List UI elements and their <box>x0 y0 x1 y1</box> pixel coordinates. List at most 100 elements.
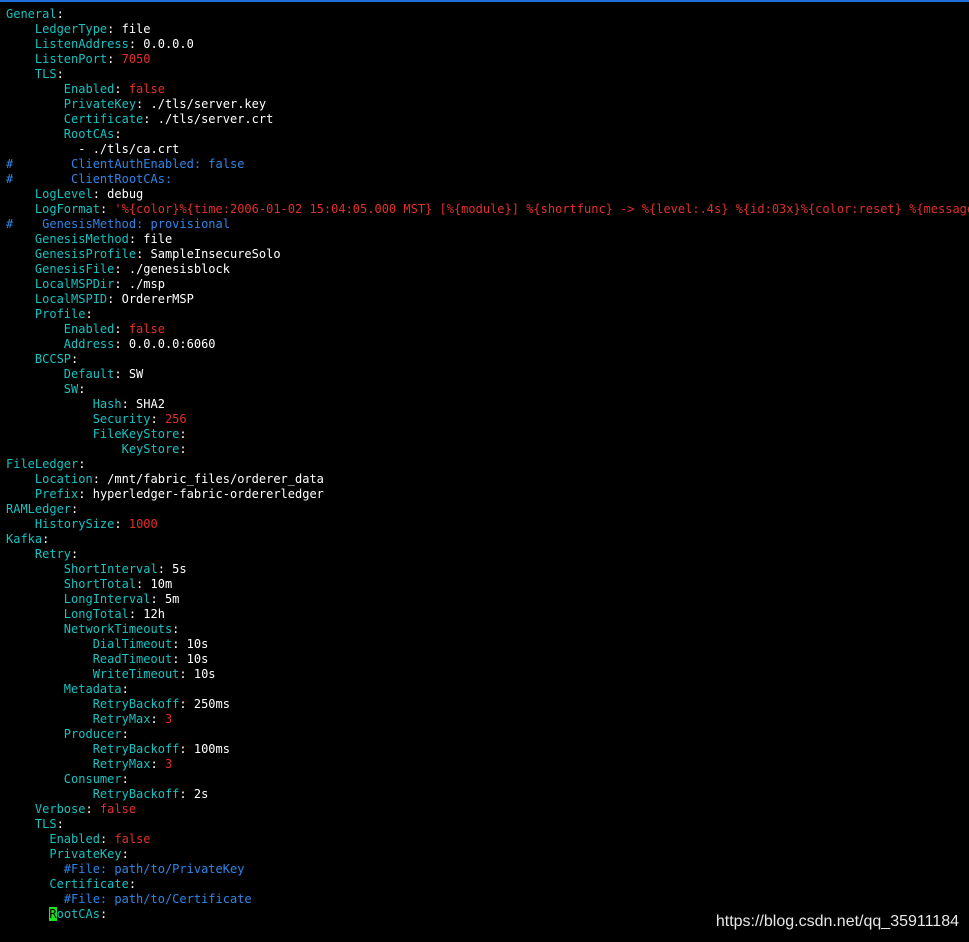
config-line: LongTotal: 12h <box>6 607 969 622</box>
yaml-key: HistorySize <box>34 517 115 531</box>
yaml-key: Enabled <box>63 322 115 336</box>
yaml-key: DialTimeout <box>92 637 173 651</box>
config-line: WriteTimeout: 10s <box>6 667 969 682</box>
yaml-value-text: : hyperledger-fabric-ordererledger <box>78 487 324 501</box>
yaml-key: PrivateKey <box>63 97 137 111</box>
config-line: LocalMSPID: OrdererMSP <box>6 292 969 307</box>
yaml-value-text <box>6 277 35 291</box>
config-line: Default: SW <box>6 367 969 382</box>
yaml-key: RetryMax <box>92 757 151 771</box>
config-line: Profile: <box>6 307 969 322</box>
yaml-key: LogFormat <box>34 202 100 216</box>
yaml-value-text <box>6 22 35 36</box>
yaml-value-text <box>6 907 49 921</box>
yaml-value-text <box>6 592 64 606</box>
yaml-value-text <box>6 427 93 441</box>
yaml-key: GenesisProfile <box>34 247 137 261</box>
yaml-value-text <box>6 367 64 381</box>
yaml-value-text <box>6 382 64 396</box>
yaml-value-text <box>6 517 35 531</box>
config-line: Enabled: false <box>6 82 969 97</box>
config-line: RetryMax: 3 <box>6 712 969 727</box>
config-line: NetworkTimeouts: <box>6 622 969 637</box>
yaml-value-text: : 2s <box>179 787 209 801</box>
yaml-value-text <box>6 442 122 456</box>
yaml-value-text: : <box>128 877 137 891</box>
yaml-value-text <box>6 892 64 906</box>
watermark-text: https://blog.csdn.net/qq_35911184 <box>715 913 959 930</box>
yaml-key: TLS <box>34 817 57 831</box>
yaml-value-text: : <box>85 802 100 816</box>
yaml-key: PrivateKey <box>49 847 122 861</box>
yaml-value-text <box>6 652 93 666</box>
config-line: FileLedger: <box>6 457 969 472</box>
yaml-literal: false <box>128 82 165 96</box>
config-line: RetryBackoff: 250ms <box>6 697 969 712</box>
config-line: # GenesisMethod: provisional <box>6 217 969 232</box>
yaml-value-text <box>6 637 93 651</box>
yaml-value-text: : SW <box>114 367 144 381</box>
yaml-value-text: : <box>99 907 108 921</box>
terminal-text-area[interactable]: General: LedgerType: file ListenAddress:… <box>6 7 969 922</box>
yaml-key: LongTotal <box>63 607 129 621</box>
yaml-value-text <box>6 52 35 66</box>
yaml-value-text: : <box>121 682 129 696</box>
yaml-value-text <box>6 742 93 756</box>
config-line: GenesisMethod: file <box>6 232 969 247</box>
yaml-comment: # GenesisMethod: provisional <box>6 217 230 231</box>
yaml-key: GenesisFile <box>34 262 115 276</box>
yaml-value-text <box>6 202 35 216</box>
yaml-key: BCCSP <box>34 352 72 366</box>
config-line: Retry: <box>6 547 969 562</box>
yaml-key: Address <box>63 337 115 351</box>
yaml-value-text <box>6 397 93 411</box>
yaml-value-text: : <box>114 322 129 336</box>
yaml-key: Profile <box>34 307 86 321</box>
config-line: SW: <box>6 382 969 397</box>
config-line: Location: /mnt/fabric_files/orderer_data <box>6 472 969 487</box>
yaml-value-text: : <box>56 7 64 21</box>
terminal-window[interactable]: General: LedgerType: file ListenAddress:… <box>0 0 969 942</box>
config-line: # ClientRootCAs: <box>6 172 969 187</box>
yaml-value-text <box>6 292 35 306</box>
yaml-value-text <box>6 232 35 246</box>
config-line: Consumer: <box>6 772 969 787</box>
config-line: Producer: <box>6 727 969 742</box>
config-line: PrivateKey: ./tls/server.key <box>6 97 969 112</box>
yaml-value-text <box>6 547 35 561</box>
yaml-key: FileLedger <box>6 457 79 471</box>
yaml-value-text <box>6 307 35 321</box>
text-cursor[interactable]: R <box>49 907 57 921</box>
yaml-value-text: : <box>71 547 79 561</box>
yaml-value-text <box>6 187 35 201</box>
yaml-key: RAMLedger <box>6 502 72 516</box>
yaml-value-text <box>6 757 93 771</box>
yaml-value-text: : <box>85 307 93 321</box>
yaml-value-text <box>6 352 35 366</box>
yaml-key: Enabled <box>49 832 100 846</box>
yaml-value-text: : <box>121 772 129 786</box>
yaml-key: Location <box>34 472 93 486</box>
yaml-literal: false <box>128 322 165 336</box>
config-line: BCCSP: <box>6 352 969 367</box>
yaml-value-text: : 10s <box>172 637 209 651</box>
yaml-key: ListenAddress <box>34 37 129 51</box>
yaml-value-text: : ./tls/server.key <box>136 97 267 111</box>
yaml-key: Default <box>63 367 115 381</box>
yaml-value-text: : <box>179 427 187 441</box>
yaml-value-text: : SHA2 <box>121 397 165 411</box>
config-line: Certificate: <box>6 877 969 892</box>
yaml-key: ListenPort <box>34 52 108 66</box>
config-line: Address: 0.0.0.0:6060 <box>6 337 969 352</box>
yaml-value-text: : <box>71 352 79 366</box>
yaml-value-text <box>6 667 93 681</box>
config-line: #File: path/to/PrivateKey <box>6 862 969 877</box>
config-line: Enabled: false <box>6 832 969 847</box>
yaml-key: LedgerType <box>34 22 108 36</box>
yaml-value-text: : debug <box>92 187 144 201</box>
yaml-value-text <box>6 82 64 96</box>
yaml-key: KeyStore <box>121 442 180 456</box>
config-line: LedgerType: file <box>6 22 969 37</box>
yaml-literal: 256 <box>164 412 187 426</box>
yaml-value-text: : OrdererMSP <box>107 292 194 306</box>
